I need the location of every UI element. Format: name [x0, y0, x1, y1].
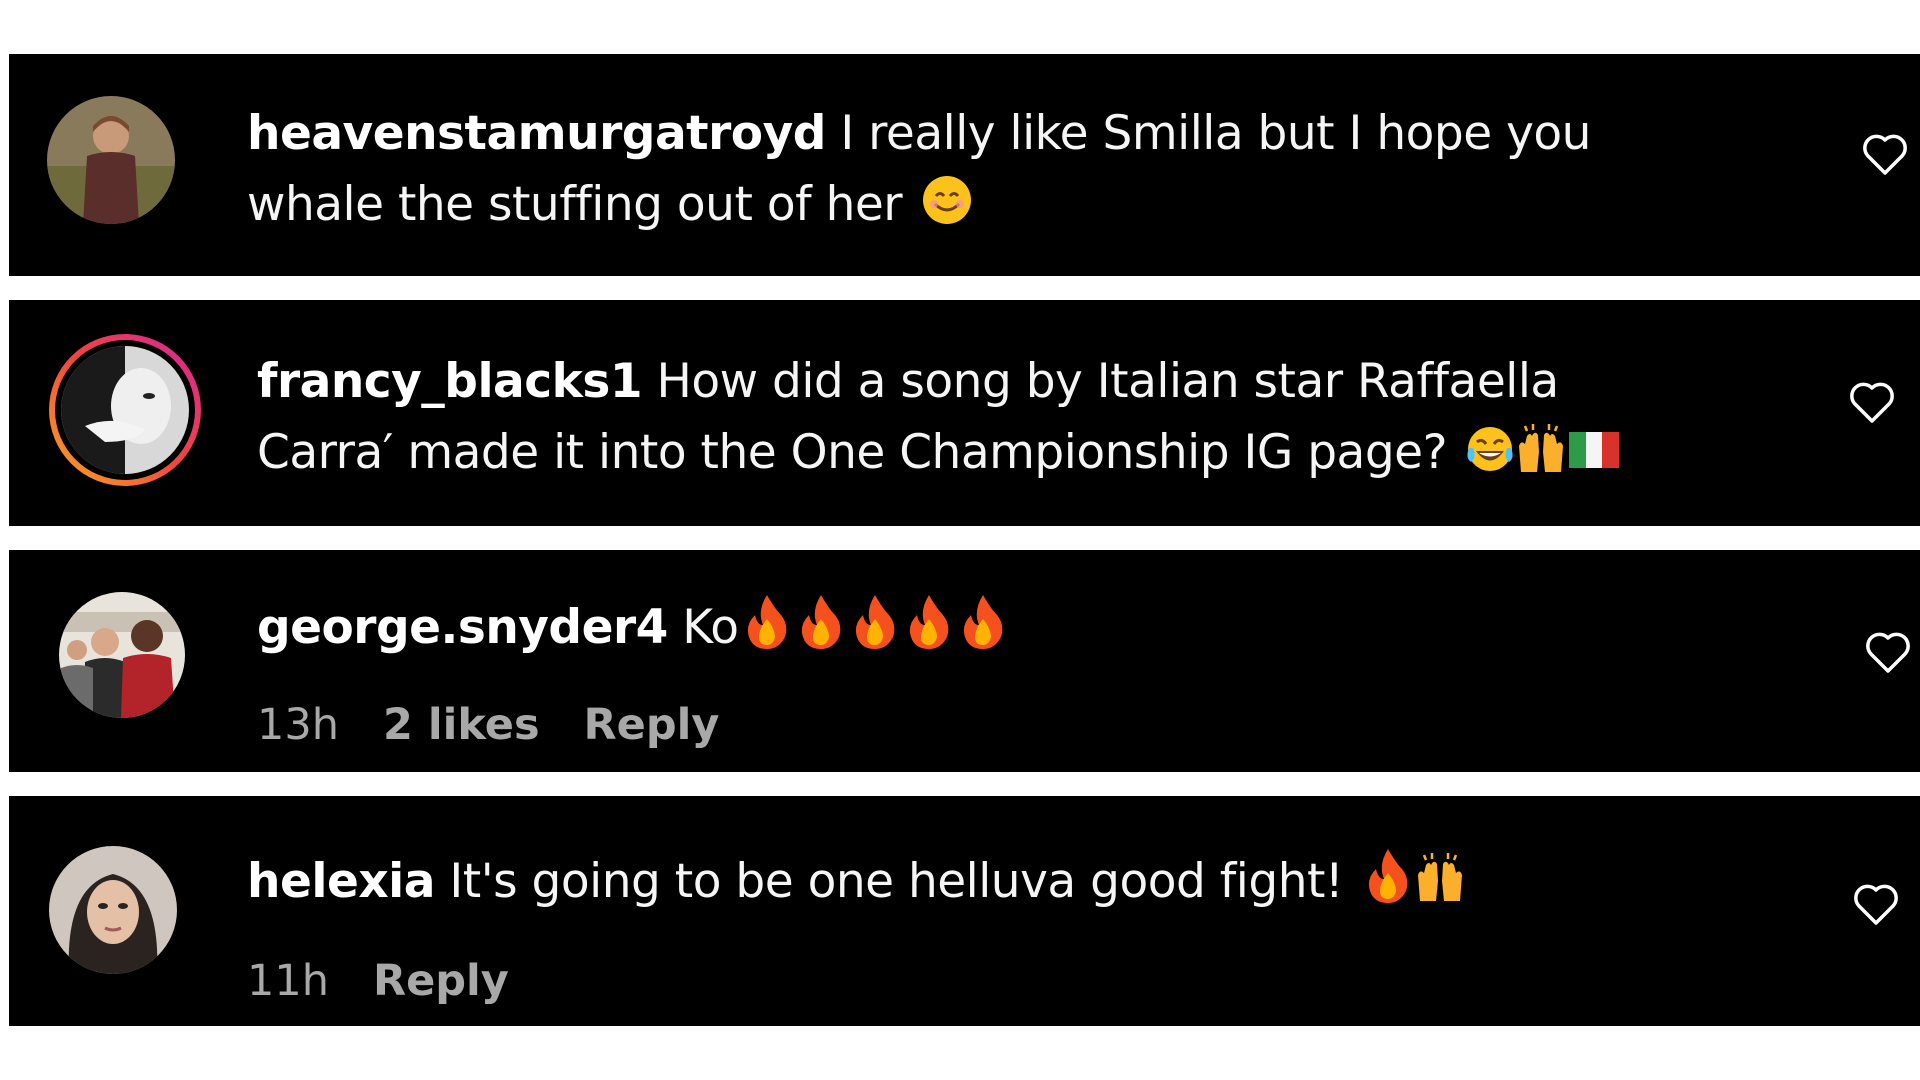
comment-body: How did a song by Italian star Raffaella	[656, 354, 1560, 409]
comment-text: heavenstamurgatroyd I really like Smilla…	[247, 98, 1591, 240]
raising-hands-icon	[1515, 422, 1567, 474]
username[interactable]: francy_blacks1	[257, 354, 643, 409]
timestamp: 11h	[247, 956, 329, 1006]
comment-text: francy_blacks1 How did a song by Italian…	[257, 346, 1620, 488]
comment-body: I really like Smilla but I hope you	[840, 106, 1591, 161]
comment-body: Ko	[682, 600, 739, 655]
fire-icon	[795, 593, 847, 649]
italy-flag-icon	[1569, 432, 1620, 468]
comment-meta: 13h 2 likes Reply	[257, 700, 763, 750]
timestamp: 13h	[257, 700, 339, 750]
avatar-story-ring[interactable]	[45, 330, 205, 490]
username[interactable]: george.snyder4	[257, 600, 668, 655]
comment-card: helexia It's going to be one helluva goo…	[9, 796, 1920, 1026]
tears-of-joy-icon	[1465, 424, 1515, 474]
comment-body: whale the stuffing out of her	[247, 177, 903, 232]
reply-button[interactable]: Reply	[373, 956, 509, 1006]
avatar[interactable]	[47, 96, 175, 224]
fire-icon	[849, 593, 901, 649]
like-heart-icon[interactable]	[1853, 884, 1899, 926]
fire-icon	[957, 593, 1009, 649]
username[interactable]: helexia	[247, 854, 435, 909]
comment-card: george.snyder4 Ko 13h 2 likes Reply	[9, 550, 1920, 772]
fire-icon	[1362, 847, 1414, 903]
like-heart-icon[interactable]	[1849, 382, 1895, 424]
comment-card: francy_blacks1 How did a song by Italian…	[9, 300, 1920, 526]
avatar[interactable]	[59, 592, 185, 718]
like-heart-icon[interactable]	[1862, 134, 1908, 176]
comment-body: Carra′ made it into the One Championship…	[257, 425, 1448, 480]
fire-icon	[903, 593, 955, 649]
username[interactable]: heavenstamurgatroyd	[247, 106, 826, 161]
fire-icon	[741, 593, 793, 649]
comment-body: It's going to be one helluva good fight!	[449, 854, 1344, 909]
likes-count[interactable]: 2 likes	[383, 700, 540, 750]
smiling-face-icon	[921, 174, 973, 226]
reply-button[interactable]: Reply	[584, 700, 720, 750]
like-heart-icon[interactable]	[1865, 632, 1911, 674]
raising-hands-icon	[1414, 851, 1466, 903]
avatar[interactable]	[49, 846, 177, 974]
comment-card: heavenstamurgatroyd I really like Smilla…	[9, 54, 1920, 276]
comment-text: george.snyder4 Ko	[257, 592, 1009, 663]
comment-meta: 11h Reply	[247, 956, 553, 1006]
comment-text: helexia It's going to be one helluva goo…	[247, 846, 1466, 917]
